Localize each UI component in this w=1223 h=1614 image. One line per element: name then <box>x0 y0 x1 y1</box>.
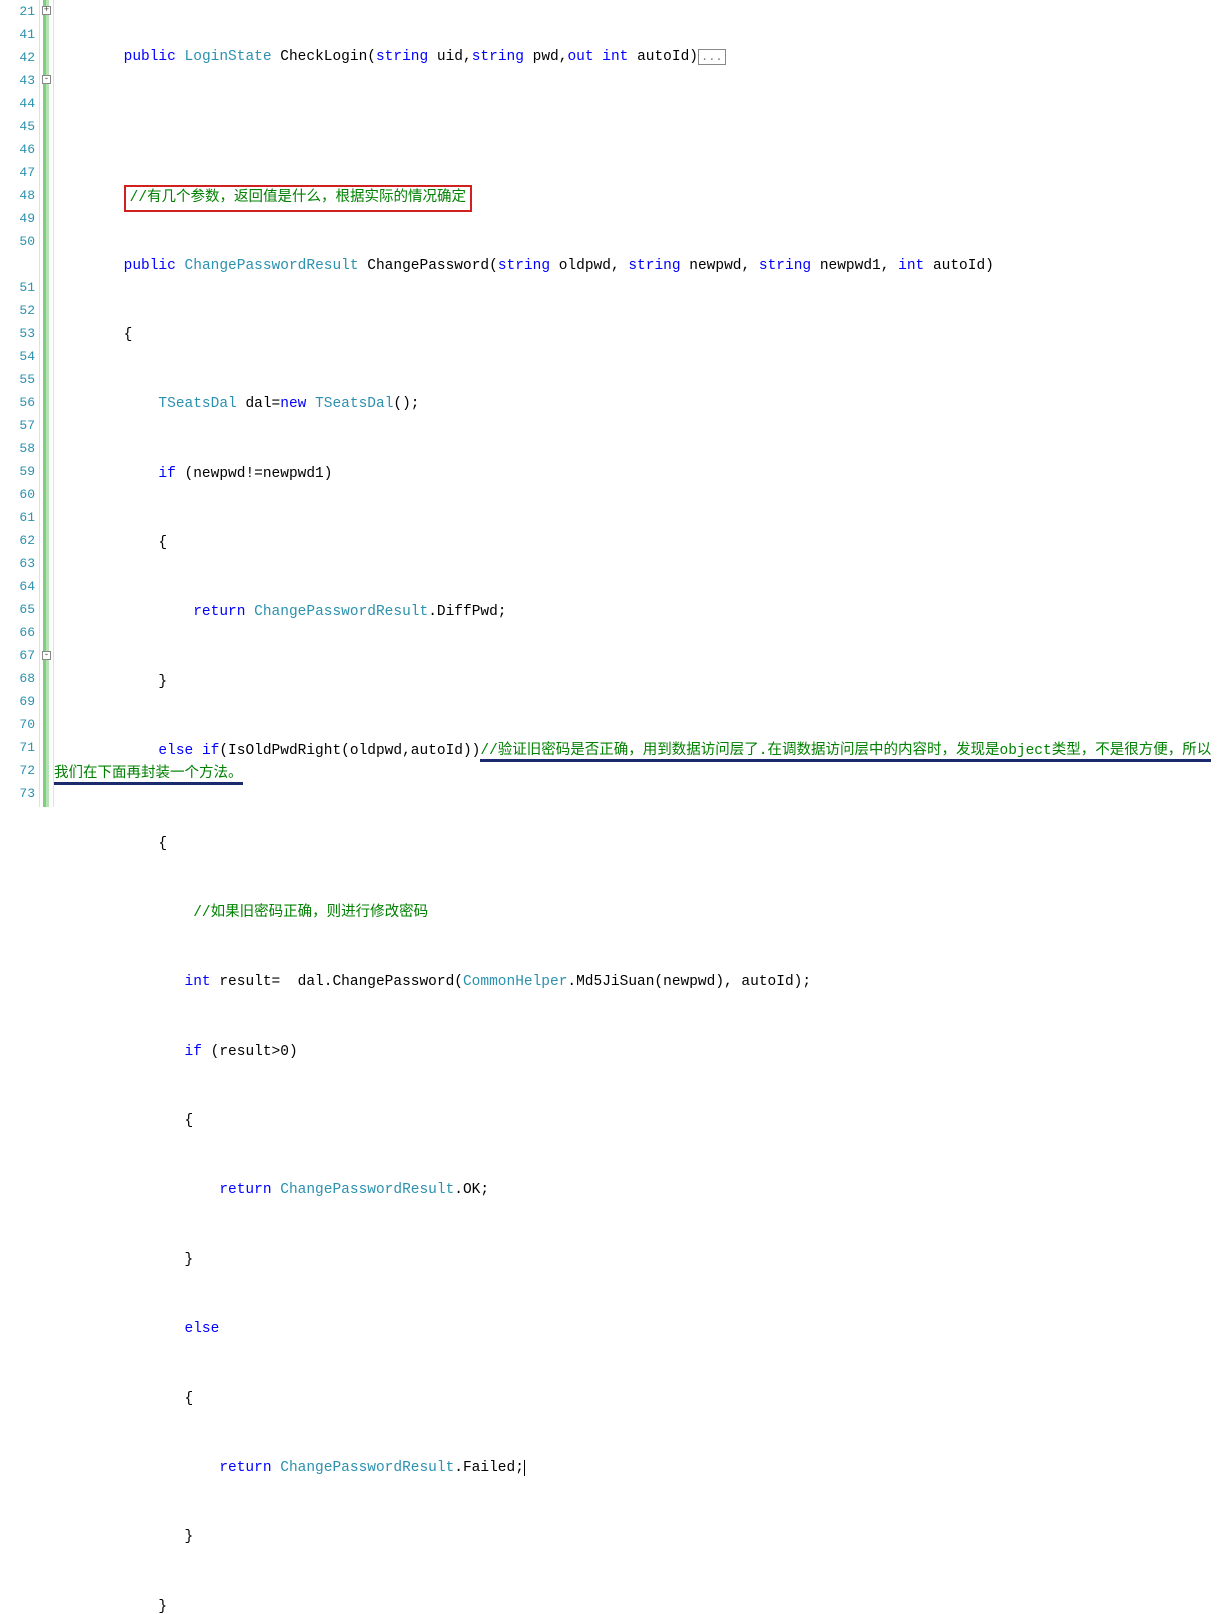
code-line: public ChangePasswordResult ChangePasswo… <box>54 255 1223 278</box>
code-line: else if(IsOldPwdRight(oldpwd,autoId))//验… <box>54 740 1223 786</box>
fold-collapse-icon[interactable]: - <box>42 75 51 84</box>
code-line: TSeatsDal dal=new TSeatsDal(); <box>54 393 1223 416</box>
code-line: } <box>54 1596 1223 1614</box>
line-number: 66 <box>0 621 35 644</box>
code-line: return ChangePasswordResult.DiffPwd; <box>54 601 1223 624</box>
underlined-comment: //验证旧密码是否正确，用到数据访问层了.在调数据访问层中的内容时，发现是 <box>480 743 999 762</box>
code-line: //如果旧密码正确，则进行修改密码 <box>54 902 1223 925</box>
line-number: 58 <box>0 437 35 460</box>
code-line: if (newpwd!=newpwd1) <box>54 463 1223 486</box>
line-number: 65 <box>0 598 35 621</box>
line-number: 42 <box>0 46 35 69</box>
line-number: 67 <box>0 644 35 667</box>
line-number: 51 <box>0 276 35 299</box>
code-line <box>54 116 1223 139</box>
line-number: 68 <box>0 667 35 690</box>
line-number: 72 <box>0 759 35 782</box>
code-line: //有几个参数，返回值是什么，根据实际的情况确定 <box>54 185 1223 208</box>
line-number: 41 <box>0 23 35 46</box>
line-number: 47 <box>0 161 35 184</box>
line-number: 49 <box>0 207 35 230</box>
code-line: } <box>54 1249 1223 1272</box>
collapsed-region[interactable]: ... <box>698 49 726 65</box>
line-number: 53 <box>0 322 35 345</box>
line-number: 64 <box>0 575 35 598</box>
line-number: 48 <box>0 184 35 207</box>
line-number: 21 <box>0 0 35 23</box>
highlighted-comment: //有几个参数，返回值是什么，根据实际的情况确定 <box>124 185 472 212</box>
line-number: 69 <box>0 690 35 713</box>
line-number: 50 <box>0 230 35 276</box>
code-line: } <box>54 1526 1223 1549</box>
fold-collapse-icon[interactable]: - <box>42 651 51 660</box>
code-line: else <box>54 1318 1223 1341</box>
line-number: 60 <box>0 483 35 506</box>
line-number: 52 <box>0 299 35 322</box>
line-number: 43 <box>0 69 35 92</box>
code-line: if (result>0) <box>54 1041 1223 1064</box>
line-number: 62 <box>0 529 35 552</box>
code-line: return ChangePasswordResult.OK; <box>54 1179 1223 1202</box>
line-number: 56 <box>0 391 35 414</box>
fold-expand-icon[interactable]: + <box>42 6 51 15</box>
line-number: 61 <box>0 506 35 529</box>
line-number: 45 <box>0 115 35 138</box>
line-number: 46 <box>0 138 35 161</box>
line-number: 70 <box>0 713 35 736</box>
code-line: return ChangePasswordResult.Failed; <box>54 1457 1223 1480</box>
code-line: { <box>54 532 1223 555</box>
line-number: 71 <box>0 736 35 759</box>
code-line: int result= dal.ChangePassword(CommonHel… <box>54 971 1223 994</box>
line-number: 57 <box>0 414 35 437</box>
text-cursor <box>524 1460 525 1476</box>
fold-guide <box>46 0 49 807</box>
code-line: } <box>54 671 1223 694</box>
line-number: 73 <box>0 782 35 805</box>
line-number: 55 <box>0 368 35 391</box>
line-number: 54 <box>0 345 35 368</box>
code-editor[interactable]: public LoginState CheckLogin(string uid,… <box>54 0 1223 807</box>
code-line: { <box>54 833 1223 856</box>
code-line: { <box>54 324 1223 347</box>
line-number: 44 <box>0 92 35 115</box>
code-line: public LoginState CheckLogin(string uid,… <box>54 46 1223 69</box>
fold-column: + - - <box>40 0 54 807</box>
code-line: { <box>54 1388 1223 1411</box>
line-number: 59 <box>0 460 35 483</box>
line-number-gutter: 21 41 42 43 44 45 46 47 48 49 50 51 52 5… <box>0 0 40 807</box>
line-number: 63 <box>0 552 35 575</box>
code-line: { <box>54 1110 1223 1133</box>
